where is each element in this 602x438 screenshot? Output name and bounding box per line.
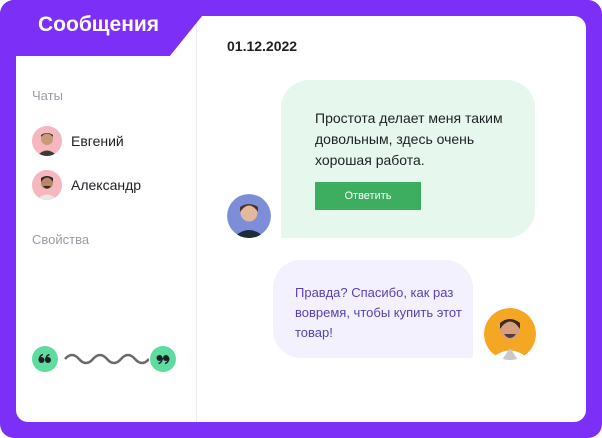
properties-heading: Свойства [32,232,90,247]
incoming-message-bubble: Простота делает меня таким довольным, зд… [281,80,535,238]
wave-divider-icon [64,353,149,365]
quote-close-icon [150,346,176,372]
quote-open-icon [32,346,58,372]
woman-avatar-icon [227,194,271,238]
sidebar: Чаты Евгений Александр Свойства [16,16,197,422]
outgoing-message-bubble: Правда? Спасибо, как раз вовремя, чтобы … [273,260,473,358]
contact-name: Александр [71,177,142,193]
man-avatar-icon [484,308,536,360]
page-title: Сообщения [38,13,160,36]
contact-name: Евгений [71,133,124,149]
man-avatar-icon [32,170,62,200]
incoming-message-text: Простота делает меня таким довольным, зд… [315,110,503,168]
man-avatar-icon [32,126,62,156]
reply-button[interactable]: Ответить [315,182,421,210]
chats-heading: Чаты [32,88,63,103]
conversation-date: 01.12.2022 [227,38,298,54]
outgoing-message-text: Правда? Спасибо, как раз вовремя, чтобы … [295,285,462,340]
app-frame: Сообщения Чаты Евгений Александр Свойств… [0,0,602,438]
contact-alexander[interactable]: Александр [32,170,182,200]
contact-evgeny[interactable]: Евгений [32,126,182,156]
